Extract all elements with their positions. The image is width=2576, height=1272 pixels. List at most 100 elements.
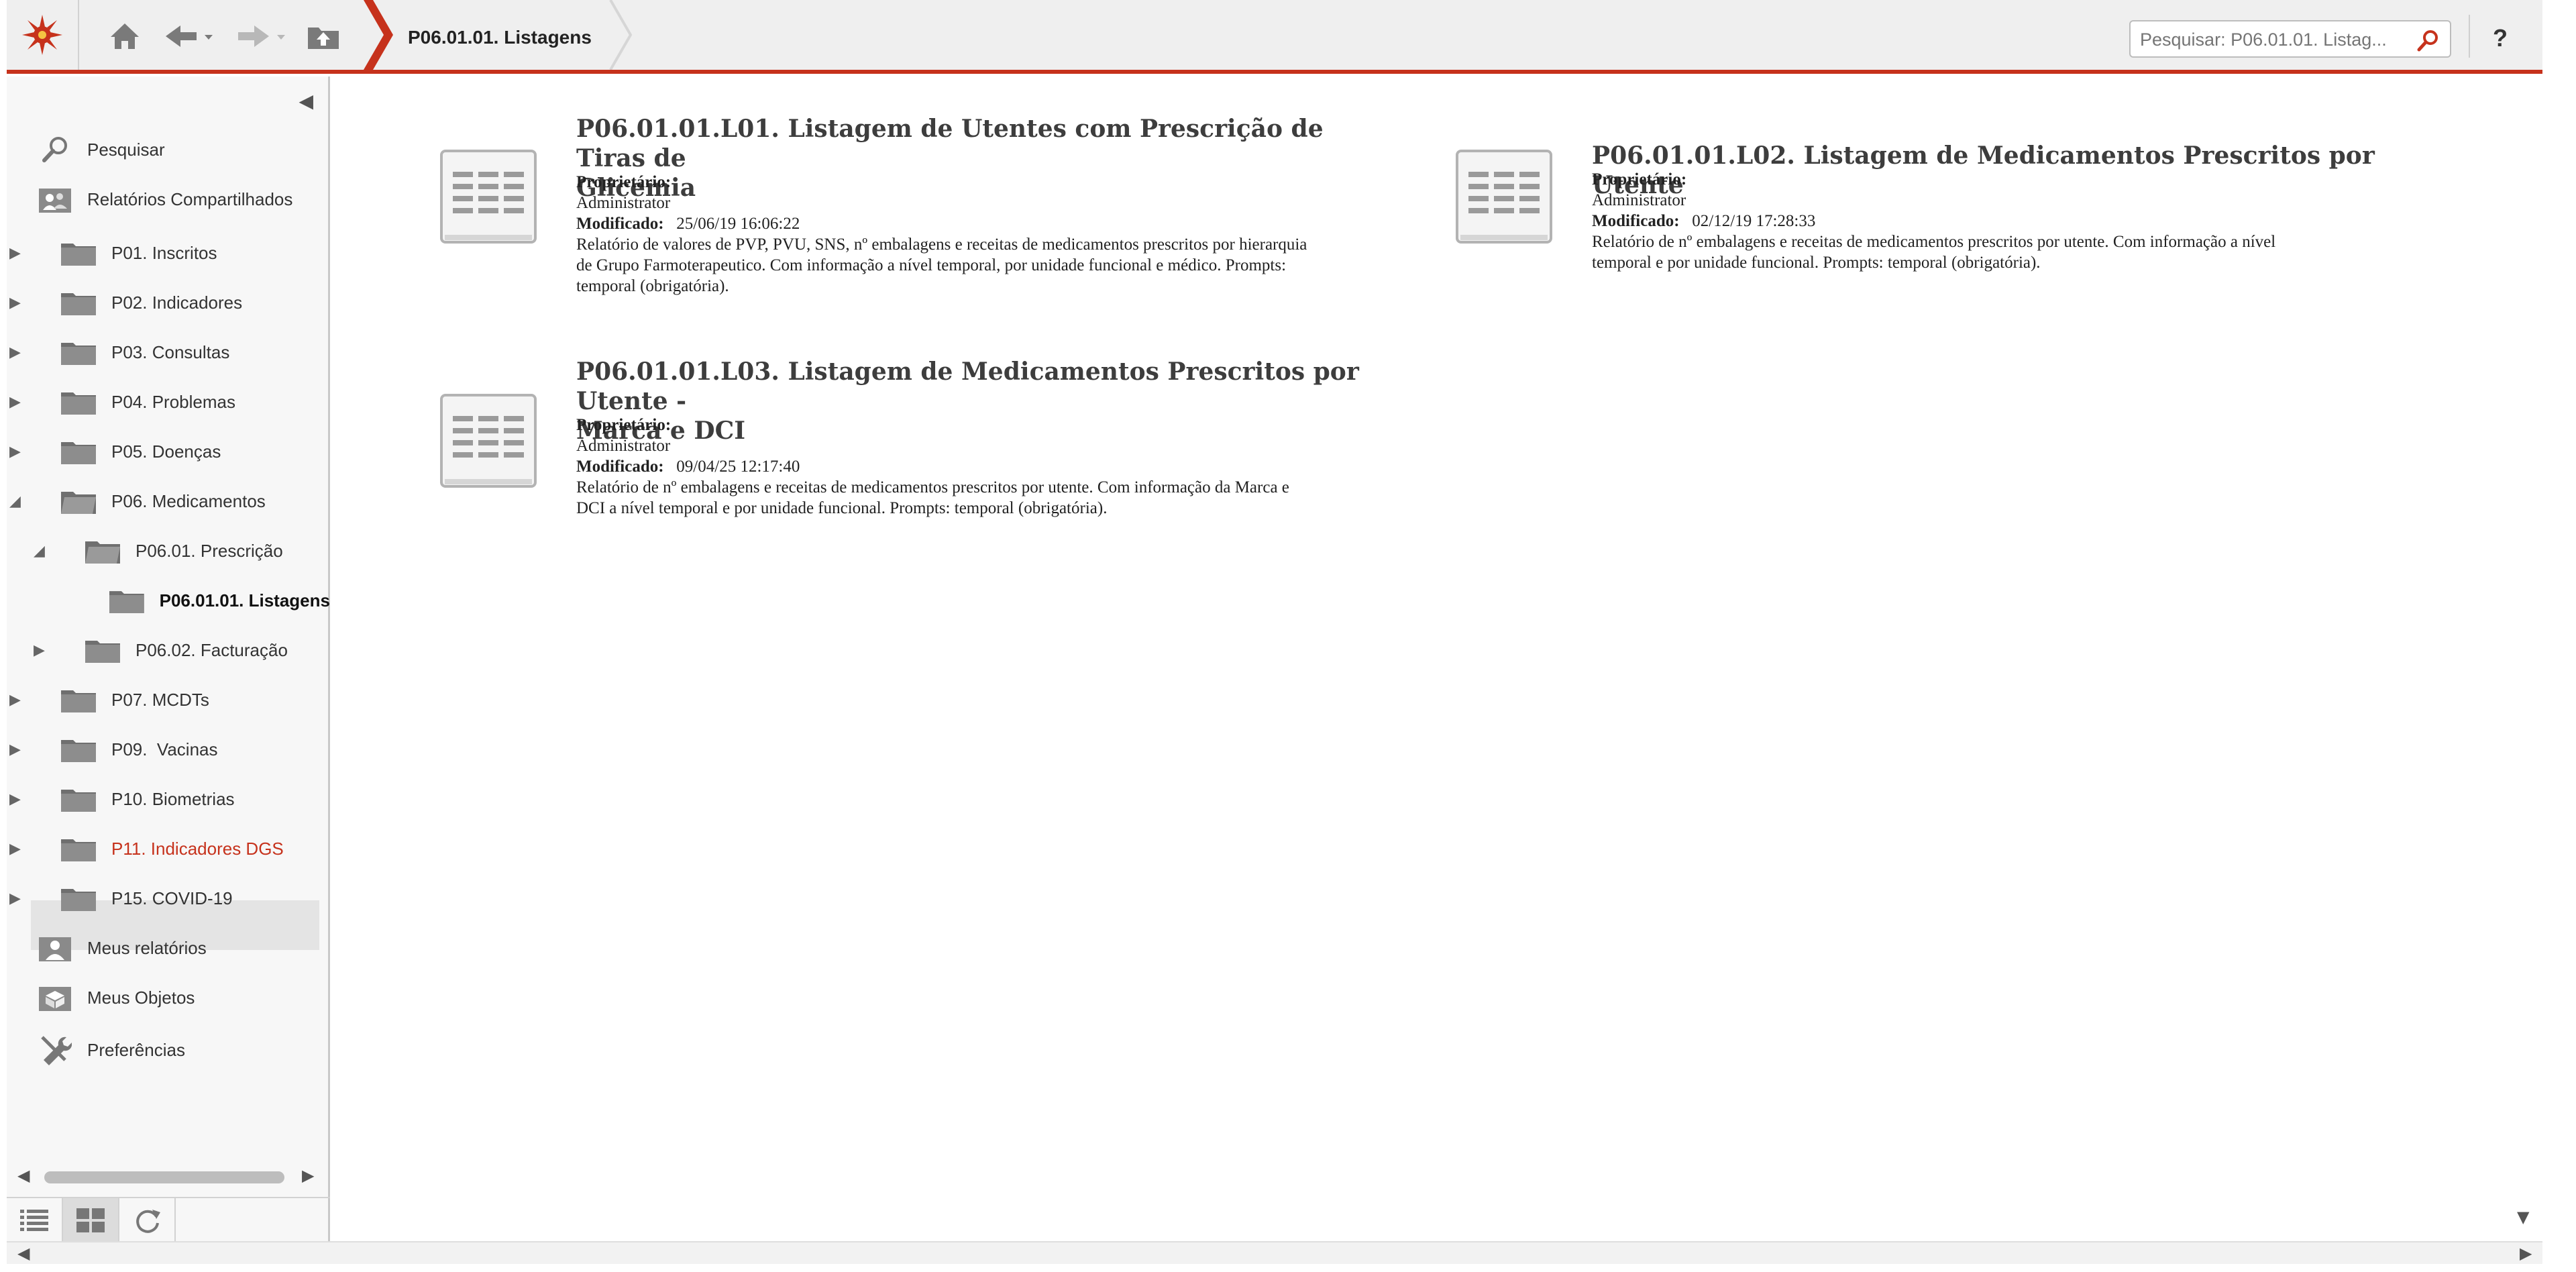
breadcrumb[interactable]: P06.01.01. Listagens xyxy=(408,27,592,48)
tree-item-label: P11. Indicadores DGS xyxy=(111,838,284,859)
collapse-icon[interactable]: ◢ xyxy=(9,492,25,510)
search-box[interactable] xyxy=(2129,20,2451,58)
collapse-sidebar-icon[interactable]: ◀ xyxy=(299,90,313,112)
up-folder-icon[interactable] xyxy=(305,19,342,54)
folder-icon xyxy=(61,343,96,365)
owner-label: Proprietário: xyxy=(576,416,672,434)
tree-item-label: P02. Indicadores xyxy=(111,292,243,313)
expand-icon[interactable]: ▶ xyxy=(9,244,25,262)
tree-item-p060101[interactable]: ▶ P06.01.01. Listagens xyxy=(58,576,330,625)
help-button[interactable]: ? xyxy=(2493,24,2508,52)
folder-icon xyxy=(61,889,96,911)
report-description: Relatório de nº embalagens e receitas de… xyxy=(576,477,1289,519)
list-view-icon[interactable] xyxy=(7,1198,63,1242)
expand-icon[interactable]: ▶ xyxy=(9,790,25,808)
sidebar-item-my-objects[interactable]: Meus Objetos xyxy=(36,975,195,1020)
tree-item-p06[interactable]: ◢ P06. Medicamentos xyxy=(9,476,266,526)
tree-item-p04[interactable]: ▶ P04. Problemas xyxy=(9,377,235,427)
report-item[interactable]: P06.01.01.L01. Listagem de Utentes com P… xyxy=(439,114,1392,315)
tree-item-label: P05. Doenças xyxy=(111,441,221,462)
sidebar-horizontal-scrollbar[interactable]: ◀ ▶ xyxy=(7,1165,330,1187)
tree-item-p0601[interactable]: ◢ P06.01. Prescrição xyxy=(34,526,283,576)
scroll-right-icon[interactable]: ▶ xyxy=(2520,1244,2532,1263)
tree-item-label: P04. Problemas xyxy=(111,391,235,412)
wrench-icon xyxy=(36,1032,74,1067)
tree-item-p01[interactable]: ▶ P01. Inscritos xyxy=(9,228,217,278)
tree-item-p02[interactable]: ▶ P02. Indicadores xyxy=(9,278,242,327)
owner-label: Proprietário: xyxy=(576,173,672,191)
home-icon[interactable] xyxy=(106,19,144,54)
back-icon[interactable] xyxy=(162,19,216,54)
folder-icon xyxy=(109,591,144,613)
tree-item-p15[interactable]: ▶ P15. COVID-19 xyxy=(9,873,233,923)
folder-icon xyxy=(61,839,96,861)
breadcrumb-separator-icon xyxy=(364,0,393,70)
report-thumbnail-icon[interactable] xyxy=(1455,149,1553,244)
expand-icon[interactable]: ▶ xyxy=(9,294,25,311)
report-item[interactable]: P06.01.01.L03. Listagem de Medicamentos … xyxy=(439,357,1392,545)
sidebar-item-preferences[interactable]: Preferências xyxy=(36,1028,185,1072)
expand-icon[interactable]: ▶ xyxy=(9,443,25,460)
report-meta: Proprietário: Administrator Modificado: … xyxy=(576,415,800,477)
expand-icon[interactable]: ▶ xyxy=(34,641,50,659)
tree-item-p0602[interactable]: ▶ P06.02. Facturação xyxy=(34,625,288,675)
expand-icon[interactable]: ▶ xyxy=(9,691,25,708)
breadcrumb-end-icon xyxy=(609,0,633,70)
expand-icon[interactable]: ▶ xyxy=(9,343,25,361)
tree-item-p10[interactable]: ▶ P10. Biometrias xyxy=(9,774,235,824)
my-objects-icon xyxy=(36,980,74,1015)
scrollbar-thumb[interactable] xyxy=(44,1171,284,1183)
expand-icon[interactable]: ▶ xyxy=(9,840,25,857)
sidebar-item-label: Meus Objetos xyxy=(87,987,195,1008)
report-thumbnail-icon[interactable] xyxy=(439,393,537,488)
icon-view-icon[interactable] xyxy=(63,1198,119,1242)
refresh-icon[interactable] xyxy=(119,1198,176,1242)
sidebar-item-shared-reports[interactable]: Relatórios Compartilhados xyxy=(36,177,292,221)
expand-icon[interactable]: ▶ xyxy=(9,393,25,411)
tree-item-p11[interactable]: ▶ P11. Indicadores DGS xyxy=(9,824,284,873)
shared-reports-icon xyxy=(36,182,74,217)
search-icon[interactable] xyxy=(2416,28,2440,52)
description-line: temporal e por unidade funcional. Prompt… xyxy=(1592,254,2041,272)
description-line: temporal (obrigatória). xyxy=(576,277,729,295)
modified-value: 25/06/19 16:06:22 xyxy=(676,215,800,233)
my-reports-icon xyxy=(36,931,74,965)
report-item[interactable]: P06.01.01.L02. Listagem de Medicamentos … xyxy=(1455,141,2434,315)
expand-icon[interactable]: ▶ xyxy=(9,741,25,758)
tree-item-label: P07. MCDTs xyxy=(111,689,209,710)
owner-label: Proprietário: xyxy=(1592,170,1687,189)
sidebar-item-my-reports[interactable]: Meus relatórios xyxy=(36,926,207,970)
folder-icon xyxy=(61,690,96,712)
tree-item-label: P09. Vacinas xyxy=(111,739,218,759)
scroll-down-icon[interactable]: ▼ xyxy=(2517,1208,2529,1226)
expand-icon[interactable]: ▶ xyxy=(9,890,25,907)
scroll-right-icon[interactable]: ▶ xyxy=(302,1166,314,1185)
forward-icon[interactable] xyxy=(235,19,288,54)
folder-icon xyxy=(61,244,96,266)
top-toolbar: P06.01.01. Listagens ? xyxy=(7,0,2542,74)
report-description: Relatório de nº embalagens e receitas de… xyxy=(1592,231,2275,273)
tree-item-p03[interactable]: ▶ P03. Consultas xyxy=(9,327,229,377)
tree-item-p09[interactable]: ▶ P09. Vacinas xyxy=(9,725,218,774)
scroll-left-icon[interactable]: ◀ xyxy=(17,1244,30,1263)
report-thumbnail-icon[interactable] xyxy=(439,149,537,244)
tree-item-label: P03. Consultas xyxy=(111,341,230,362)
page-horizontal-scrollbar[interactable]: ◀ ▶ xyxy=(7,1241,2542,1264)
tree-item-p05[interactable]: ▶ P05. Doenças xyxy=(9,427,221,476)
open-folder-icon xyxy=(85,541,120,564)
description-line: de Grupo Farmoterapeutico. Com informaçã… xyxy=(576,256,1287,274)
description-line: Relatório de nº embalagens e receitas de… xyxy=(1592,233,2276,251)
toolbar-divider xyxy=(2469,15,2470,58)
search-icon xyxy=(36,132,74,167)
modified-label: Modificado: xyxy=(576,458,664,476)
collapse-icon[interactable]: ◢ xyxy=(34,542,50,560)
search-input[interactable] xyxy=(2140,27,2408,52)
tree-item-label: P06.01. Prescrição xyxy=(136,540,283,561)
tree-item-p07[interactable]: ▶ P07. MCDTs xyxy=(9,675,209,725)
report-title-line: P06.01.01.L01. Listagem de Utentes com P… xyxy=(576,115,1324,172)
scroll-left-icon[interactable]: ◀ xyxy=(17,1166,30,1185)
modified-value: 09/04/25 12:17:40 xyxy=(676,458,800,476)
sidebar-item-search[interactable]: Pesquisar xyxy=(36,127,165,172)
folder-icon xyxy=(61,740,96,762)
app-logo-icon[interactable] xyxy=(7,0,79,70)
